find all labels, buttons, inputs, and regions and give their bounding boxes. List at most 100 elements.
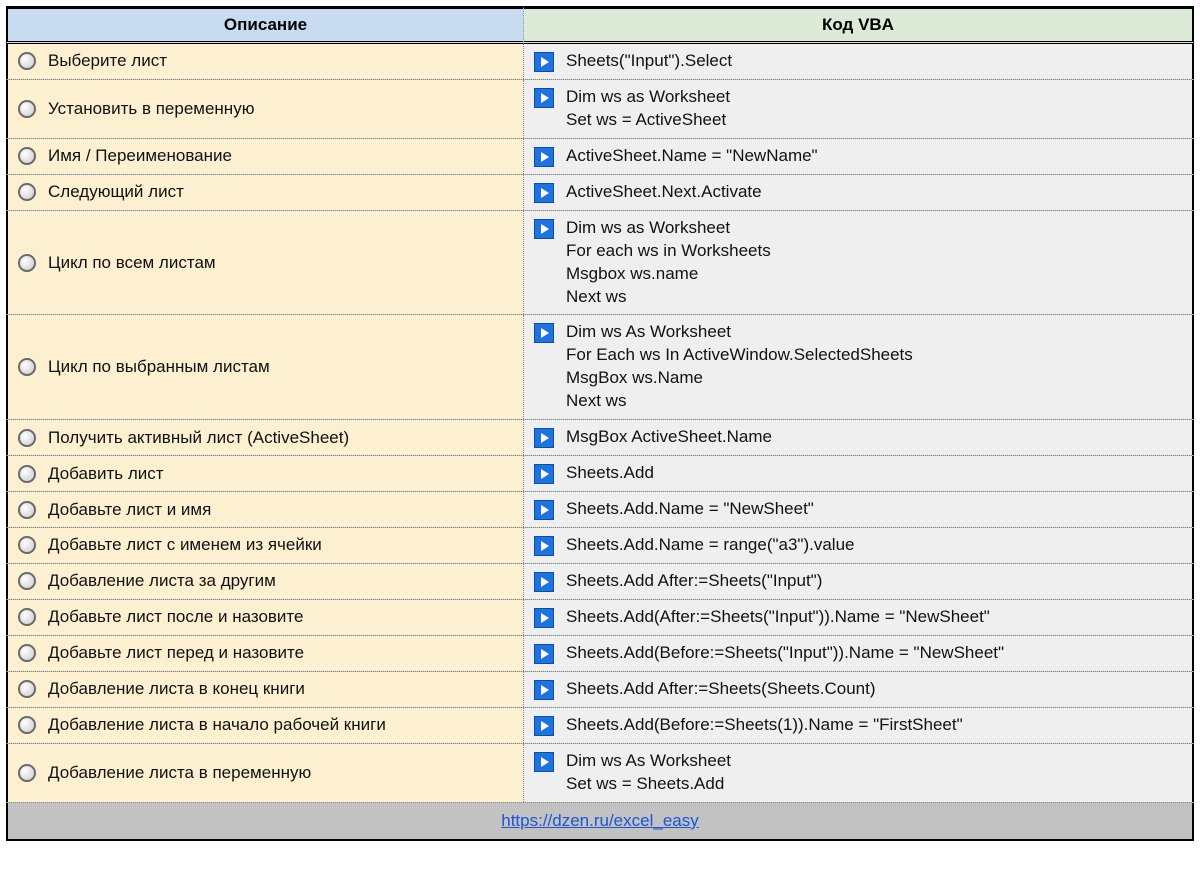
code-text: ActiveSheet.Name = "NewName"	[566, 145, 818, 168]
code-text: Sheets.Add(Before:=Sheets(1)).Name = "Fi…	[566, 714, 963, 737]
description-text: Цикл по выбранным листам	[48, 357, 270, 377]
radio-icon[interactable]	[18, 716, 36, 734]
radio-icon[interactable]	[18, 147, 36, 165]
description-cell: Следующий лист	[6, 175, 524, 210]
code-text: Dim ws As Worksheet For Each ws In Activ…	[566, 321, 913, 413]
play-icon[interactable]	[534, 219, 554, 239]
play-icon[interactable]	[534, 52, 554, 72]
code-text: Sheets.Add After:=Sheets(Sheets.Count)	[566, 678, 876, 701]
table-row: Получить активный лист (ActiveSheet)MsgB…	[6, 420, 1194, 456]
description-text: Добавьте лист перед и назовите	[48, 643, 304, 663]
code-cell: MsgBox ActiveSheet.Name	[524, 420, 1194, 455]
play-icon[interactable]	[534, 428, 554, 448]
code-cell: Dim ws As Worksheet For Each ws In Activ…	[524, 315, 1194, 419]
footer-link[interactable]: https://dzen.ru/excel_easy	[501, 811, 699, 830]
radio-icon[interactable]	[18, 254, 36, 272]
play-icon[interactable]	[534, 644, 554, 664]
table-row: Добавьте лист после и назовите Sheets.Add…	[6, 600, 1194, 636]
description-text: Цикл по всем листам	[48, 253, 216, 273]
code-text: Sheets.Add	[566, 462, 654, 485]
play-icon[interactable]	[534, 716, 554, 736]
description-cell: Выберите лист	[6, 44, 524, 79]
description-cell: Добавление листа в начало рабочей книги	[6, 708, 524, 743]
description-cell: Получить активный лист (ActiveSheet)	[6, 420, 524, 455]
description-cell: Установить в переменную	[6, 80, 524, 138]
radio-icon[interactable]	[18, 608, 36, 626]
table-row: Следующий лист ActiveSheet.Next.Activate	[6, 175, 1194, 211]
table-row: Добавление листа в переменную Dim ws As W…	[6, 744, 1194, 803]
code-cell: Sheets.Add	[524, 456, 1194, 491]
description-text: Следующий лист	[48, 182, 184, 202]
table-row: Цикл по всем листамDim ws as Worksheet F…	[6, 211, 1194, 316]
play-icon[interactable]	[534, 572, 554, 592]
play-icon[interactable]	[534, 536, 554, 556]
play-icon[interactable]	[534, 464, 554, 484]
radio-icon[interactable]	[18, 501, 36, 519]
table-row: Имя / Переименование ActiveSheet.Name = "…	[6, 139, 1194, 175]
table-row: Выберите лист Sheets("Input").Select	[6, 44, 1194, 80]
play-icon[interactable]	[534, 680, 554, 700]
radio-icon[interactable]	[18, 465, 36, 483]
description-text: Установить в переменную	[48, 99, 254, 119]
description-cell: Добавление листа в конец книги	[6, 672, 524, 707]
code-cell: Sheets.Add(After:=Sheets("Input")).Name …	[524, 600, 1194, 635]
play-icon[interactable]	[534, 752, 554, 772]
play-icon[interactable]	[534, 88, 554, 108]
table-row: Добавить лист Sheets.Add	[6, 456, 1194, 492]
code-cell: Dim ws as Worksheet Set ws = ActiveSheet	[524, 80, 1194, 138]
radio-icon[interactable]	[18, 536, 36, 554]
description-text: Добавление листа за другим	[48, 571, 276, 591]
table-row: Установить в переменную Dim ws as Workshe…	[6, 80, 1194, 139]
radio-icon[interactable]	[18, 100, 36, 118]
table-row: Добавление листа в конец книги Sheets.Add…	[6, 672, 1194, 708]
radio-icon[interactable]	[18, 644, 36, 662]
table-row: Цикл по выбранным листам Dim ws As Worksh…	[6, 315, 1194, 420]
play-icon[interactable]	[534, 183, 554, 203]
radio-icon[interactable]	[18, 572, 36, 590]
footer-row: https://dzen.ru/excel_easy	[6, 803, 1194, 841]
code-cell: Sheets.Add.Name = "NewSheet"	[524, 492, 1194, 527]
code-cell: Dim ws As Worksheet Set ws = Sheets.Add	[524, 744, 1194, 802]
description-text: Добавьте лист и имя	[48, 500, 211, 520]
play-icon[interactable]	[534, 500, 554, 520]
code-text: Sheets("Input").Select	[566, 50, 732, 73]
description-cell: Добавление листа в переменную	[6, 744, 524, 802]
description-cell: Добавьте лист с именем из ячейки	[6, 528, 524, 563]
description-text: Добавить лист	[48, 464, 164, 484]
description-cell: Добавление листа за другим	[6, 564, 524, 599]
play-icon[interactable]	[534, 608, 554, 628]
play-icon[interactable]	[534, 323, 554, 343]
table-row: Добавление листа в начало рабочей книги S…	[6, 708, 1194, 744]
play-icon[interactable]	[534, 147, 554, 167]
vba-reference-table: Описание Код VBA Выберите лист Sheets("In…	[6, 6, 1194, 841]
radio-icon[interactable]	[18, 183, 36, 201]
code-text: Sheets.Add.Name = range("a3").value	[566, 534, 855, 557]
description-text: Добавление листа в конец книги	[48, 679, 305, 699]
code-text: Dim ws as Worksheet Set ws = ActiveSheet	[566, 86, 730, 132]
code-cell: Sheets("Input").Select	[524, 44, 1194, 79]
radio-icon[interactable]	[18, 680, 36, 698]
code-cell: Sheets.Add(Before:=Sheets(1)).Name = "Fi…	[524, 708, 1194, 743]
description-cell: Имя / Переименование	[6, 139, 524, 174]
code-cell: Sheets.Add(Before:=Sheets("Input")).Name…	[524, 636, 1194, 671]
description-text: Добавление листа в начало рабочей книги	[48, 715, 386, 735]
description-cell: Добавить лист	[6, 456, 524, 491]
description-cell: Добавьте лист и имя	[6, 492, 524, 527]
code-cell: ActiveSheet.Next.Activate	[524, 175, 1194, 210]
code-cell: ActiveSheet.Name = "NewName"	[524, 139, 1194, 174]
code-text: Dim ws As Worksheet Set ws = Sheets.Add	[566, 750, 731, 796]
radio-icon[interactable]	[18, 358, 36, 376]
header-code: Код VBA	[524, 6, 1194, 44]
description-cell: Цикл по всем листам	[6, 211, 524, 315]
radio-icon[interactable]	[18, 52, 36, 70]
description-cell: Добавьте лист после и назовите	[6, 600, 524, 635]
description-text: Добавьте лист после и назовите	[48, 607, 303, 627]
description-text: Выберите лист	[48, 51, 167, 71]
header-row: Описание Код VBA	[6, 6, 1194, 44]
code-cell: Sheets.Add After:=Sheets("Input")	[524, 564, 1194, 599]
code-text: Sheets.Add(Before:=Sheets("Input")).Name…	[566, 642, 1004, 665]
radio-icon[interactable]	[18, 764, 36, 782]
radio-icon[interactable]	[18, 429, 36, 447]
code-cell: Sheets.Add.Name = range("a3").value	[524, 528, 1194, 563]
description-cell: Добавьте лист перед и назовите	[6, 636, 524, 671]
